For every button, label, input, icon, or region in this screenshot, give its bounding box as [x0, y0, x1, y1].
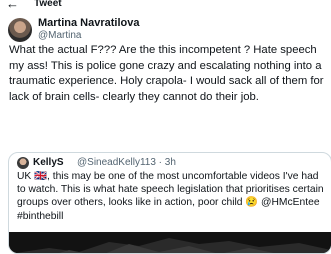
quoted-tweet-card[interactable]: KellyS @SineadKelly113 · 3h UK 🇬🇧, this … [8, 152, 331, 254]
quoted-tweet-text: UK 🇬🇧, this may be one of the most uncom… [17, 171, 324, 222]
quoted-display-name: KellyS [33, 157, 64, 168]
author-handle[interactable]: @Martina [38, 30, 82, 42]
tweet-text: What the actual F??? Are the this incomp… [9, 44, 324, 103]
video-frame [9, 232, 331, 253]
video-thumbnail[interactable] [9, 232, 331, 253]
author-display-name[interactable]: Martina Navratilova [38, 17, 139, 30]
top-bar: ← Tweet [0, 0, 331, 12]
quoted-avatar [17, 157, 29, 169]
quoted-handle: @SineadKelly113 · 3h [77, 157, 176, 168]
page-title: Tweet [34, 0, 62, 9]
avatar[interactable] [8, 18, 32, 42]
arrow-left-icon[interactable]: ← [6, 0, 19, 10]
